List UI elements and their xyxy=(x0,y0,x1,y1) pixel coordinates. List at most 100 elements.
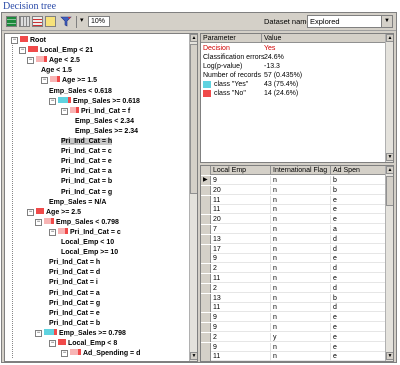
zoom-field[interactable]: 10% xyxy=(88,16,110,27)
tree-node[interactable]: − Local_Emp < 21 xyxy=(19,46,93,56)
row-header[interactable] xyxy=(201,185,211,195)
scroll-down-icon[interactable]: ▼ xyxy=(386,153,393,161)
scroll-thumb[interactable] xyxy=(190,44,197,194)
collapse-toggle-icon[interactable]: − xyxy=(11,37,18,44)
scroll-up-icon[interactable]: ▲ xyxy=(386,34,393,42)
collapse-toggle-icon[interactable]: − xyxy=(61,107,68,115)
col-header-ad-spending[interactable]: Ad Spen xyxy=(331,166,386,175)
table-row[interactable]: 2ye xyxy=(201,332,386,342)
tree-node[interactable]: Local_Emp >= 10 xyxy=(61,248,118,258)
tree-node[interactable]: Pri_Ind_Cat = e xyxy=(61,157,112,167)
row-header[interactable] xyxy=(201,293,211,303)
table-row[interactable]: 20 n e xyxy=(201,215,386,225)
table-row[interactable]: 9ne xyxy=(201,313,386,323)
table-row[interactable]: 11 n e xyxy=(201,352,386,361)
scroll-down-icon[interactable]: ▼ xyxy=(386,352,393,360)
table-row[interactable]: 20 n b xyxy=(201,185,386,195)
collapse-toggle-icon[interactable]: − xyxy=(49,97,56,105)
tree-node[interactable]: Emp_Sales < 0.618 xyxy=(49,87,112,97)
tree-node[interactable]: Pri_Ind_Cat = a xyxy=(49,289,100,299)
collapse-toggle-icon[interactable]: − xyxy=(61,350,68,358)
collapse-toggle-icon[interactable]: − xyxy=(49,228,56,236)
table-row[interactable]: 11 n e xyxy=(201,205,386,215)
table-row[interactable]: 13 n b xyxy=(201,293,386,303)
scroll-thumb[interactable] xyxy=(386,176,393,206)
tree-node[interactable]: Pri_Ind_Cat = i xyxy=(49,278,98,288)
tree-node[interactable]: − Emp_Sales < 0.798 xyxy=(35,217,119,228)
row-header[interactable] xyxy=(201,234,211,244)
tree-node[interactable]: − Age < 2.5 xyxy=(27,56,80,66)
table-row[interactable]: 2nd xyxy=(201,283,386,293)
tree-node[interactable]: Emp_Sales = N/A xyxy=(49,198,106,208)
tree-node[interactable]: − Root xyxy=(11,36,46,46)
tree-node[interactable]: − Age >= 2.5 xyxy=(27,207,81,218)
scroll-up-icon[interactable]: ▲ xyxy=(386,166,393,174)
table-row[interactable]: 11 n d xyxy=(201,303,386,313)
note-icon[interactable] xyxy=(45,16,56,27)
row-header[interactable] xyxy=(201,244,211,254)
tree-node[interactable]: Pri_Ind_Cat = h xyxy=(61,137,113,147)
row-header[interactable] xyxy=(201,323,211,332)
tree-node[interactable]: − Ad_Spending = d xyxy=(61,349,140,359)
table-row[interactable]: 11 n e xyxy=(201,274,386,283)
row-header[interactable] xyxy=(201,274,211,283)
row-header[interactable] xyxy=(201,176,211,185)
tree-node[interactable]: Pri_Ind_Cat = b xyxy=(49,319,100,329)
tree-node[interactable]: Pri_Ind_Cat = e xyxy=(49,309,100,319)
tree-node[interactable]: Pri_Ind_Cat = g xyxy=(61,188,112,198)
row-header[interactable] xyxy=(201,195,211,205)
tree-node[interactable]: Emp_Sales < 2.34 xyxy=(75,117,134,127)
collapse-toggle-icon[interactable]: − xyxy=(35,329,42,337)
row-header[interactable] xyxy=(201,303,211,313)
table-row[interactable]: 9ne xyxy=(201,254,386,264)
chevron-down-icon[interactable]: ▼ xyxy=(381,16,392,27)
tree-node[interactable]: − Local_Emp < 8 xyxy=(49,339,117,349)
collapse-toggle-icon[interactable]: − xyxy=(27,57,34,65)
row-header[interactable] xyxy=(201,352,211,361)
collapse-toggle-icon[interactable]: − xyxy=(49,340,56,347)
tree-node[interactable]: Age < 1.5 xyxy=(41,66,72,76)
collapse-toggle-icon[interactable]: − xyxy=(27,208,34,216)
row-header[interactable] xyxy=(201,283,211,293)
filter-icon[interactable] xyxy=(60,16,72,27)
tree-node[interactable]: − Emp_Sales >= 0.618 xyxy=(49,96,140,107)
col-header-international-flag[interactable]: International Flag xyxy=(271,166,331,175)
table-row[interactable]: 2nd xyxy=(201,264,386,274)
collapse-toggle-icon[interactable]: − xyxy=(35,218,42,226)
tree-pane[interactable]: − Root − Local_Emp < 21− Age < 2.5 Age < 1.5−… xyxy=(4,33,198,362)
col-header-local-emp[interactable]: Local Emp xyxy=(211,166,271,175)
row-header[interactable] xyxy=(201,215,211,225)
tree-node[interactable]: Pri_Ind_Cat = a xyxy=(61,167,112,177)
tree-scrollbar[interactable]: ▲ ▼ xyxy=(189,34,197,361)
collapse-toggle-icon[interactable]: − xyxy=(41,77,48,85)
row-header[interactable] xyxy=(201,225,211,234)
row-header[interactable] xyxy=(201,254,211,264)
tree-node[interactable]: − Pri_Ind_Cat = f xyxy=(61,106,130,117)
tree-view-icon[interactable] xyxy=(6,16,17,27)
row-header[interactable] xyxy=(201,332,211,342)
row-header[interactable] xyxy=(201,342,211,352)
row-header[interactable] xyxy=(201,313,211,323)
records-scrollbar[interactable]: ▲ ▼ xyxy=(385,166,393,361)
table-row[interactable]: 9nb xyxy=(201,176,386,185)
grid-view-icon[interactable] xyxy=(32,16,43,27)
table-row[interactable]: 9ne xyxy=(201,323,386,332)
tree-node[interactable]: Pri_Ind_Cat = b xyxy=(61,177,112,187)
tree-node[interactable]: Local_Emp < 10 xyxy=(61,238,114,248)
tree-node[interactable]: Emp_Sales >= 2.34 xyxy=(75,127,138,137)
collapse-toggle-icon[interactable]: − xyxy=(19,47,26,55)
tree-node[interactable]: Pri_Ind_Cat = h xyxy=(49,258,100,268)
params-scrollbar[interactable]: ▲ ▼ xyxy=(385,34,393,162)
tree-node[interactable]: − Age >= 1.5 xyxy=(41,76,97,86)
row-header[interactable] xyxy=(201,264,211,274)
tree-node[interactable]: Pri_Ind_Cat = d xyxy=(49,268,100,278)
table-view-icon[interactable] xyxy=(19,16,30,27)
tree-node[interactable]: Pri_Ind_Cat = c xyxy=(61,147,112,157)
dropdown-arrow-icon[interactable]: ▾ xyxy=(80,16,84,24)
tree-node[interactable]: − Pri_Ind_Cat = c xyxy=(49,227,121,238)
table-row[interactable]: 7na xyxy=(201,225,386,234)
row-header[interactable] xyxy=(201,205,211,215)
table-row[interactable]: 9ne xyxy=(201,342,386,352)
table-row[interactable]: 17 n d xyxy=(201,244,386,254)
tree-node[interactable]: − Emp_Sales >= 0.798 xyxy=(35,328,126,339)
